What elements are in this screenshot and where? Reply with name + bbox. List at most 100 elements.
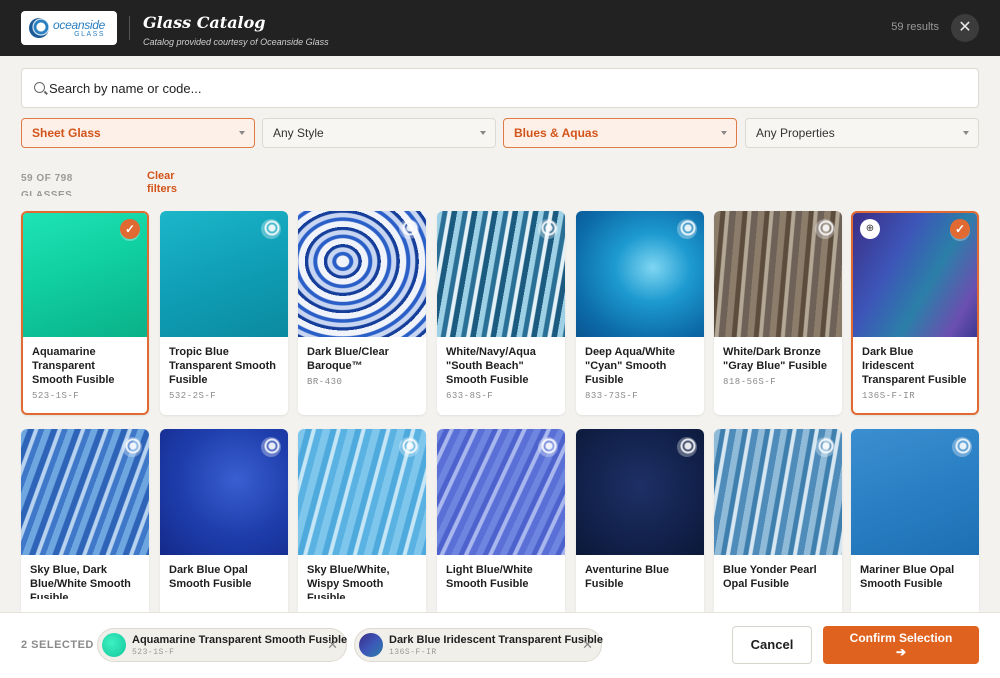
product-card[interactable]: White/Dark Bronze "Gray Blue" Fusible 81… [714,211,842,415]
oceanside-badge-icon [261,437,281,457]
results-count: 59 results [891,21,939,33]
selected-chip[interactable]: Aquamarine Transparent Smooth Fusible 52… [97,628,347,662]
oceanside-badge-icon [677,437,697,457]
filter-label: Blues & Aquas [514,126,599,140]
filter-label: Sheet Glass [32,126,101,140]
filter-label: Any Properties [756,126,835,140]
product-card[interactable]: Mariner Blue Opal Smooth Fusible [851,429,979,612]
oceanside-logo-icon [29,18,49,38]
oceanside-badge-icon [261,219,281,239]
checkmark-icon: ✓ [950,219,970,239]
page-title: Glass Catalog [143,13,266,32]
remove-icon[interactable]: ✕ [327,637,338,653]
oceanside-badge-icon [815,219,835,239]
product-name: Dark Blue Iridescent Transparent Fusible [862,346,967,386]
glass-swatch-image: ✓ [23,213,147,337]
product-name: Dark Blue Opal Smooth Fusible [169,564,252,590]
chip-swatch-image [102,633,126,657]
close-button[interactable]: ✕ [951,14,979,42]
chevron-down-icon [480,131,486,135]
clear-filters-link[interactable]: Clear filters [147,170,187,196]
product-name: Sky Blue, Dark Blue/White Smooth Fusible [30,564,131,599]
properties-filter-select[interactable]: Any Properties [745,118,979,148]
glass-swatch-image [21,429,149,555]
product-card[interactable]: White/Navy/Aqua "South Beach" Smooth Fus… [437,211,565,415]
product-code: 818-56S-F [723,377,777,387]
filter-label: Any Style [273,126,324,140]
glass-swatch-image [298,211,426,337]
glass-swatch-image [160,429,288,555]
header-divider [129,16,130,40]
product-code: 532-2S-F [169,391,217,401]
product-card[interactable]: Tropic Blue Transparent Smooth Fusible 5… [160,211,288,415]
chip-code: 136S-F-IR [389,648,437,657]
oceanside-badge-icon [538,219,558,239]
product-name: Tropic Blue Transparent Smooth Fusible [169,346,276,386]
glass-swatch-image [160,211,288,337]
product-name: Aventurine Blue Fusible [585,564,669,590]
cancel-button[interactable]: Cancel [732,626,812,664]
product-name: Blue Yonder Pearl Opal Fusible [723,564,817,590]
chevron-down-icon [963,131,969,135]
oceanside-badge-icon [122,437,142,457]
chip-code: 523-1S-F [132,648,175,657]
category-filter-select[interactable]: Sheet Glass [21,118,255,148]
product-card[interactable]: Aventurine Blue Fusible [576,429,704,612]
product-code: BR-430 [307,377,343,387]
color-filter-select[interactable]: Blues & Aquas [503,118,737,148]
glass-swatch-image [714,429,842,555]
oceanside-badge-icon [399,219,419,239]
oceanside-badge-icon [399,437,419,457]
product-card[interactable]: Dark Blue Opal Smooth Fusible [160,429,288,612]
product-name: White/Navy/Aqua "South Beach" Smooth Fus… [446,346,536,386]
remove-icon[interactable]: ✕ [582,637,593,653]
page-subtitle: Catalog provided courtesy of Oceanside G… [143,37,329,47]
zoom-icon[interactable]: ⊕ [860,219,880,239]
selected-count: 2 SELECTED [21,639,94,651]
confirm-label: Confirm Selection [849,631,953,645]
product-name: White/Dark Bronze "Gray Blue" Fusible [723,346,827,372]
oceanside-badge-icon [677,219,697,239]
product-card[interactable]: ✓ Aquamarine Transparent Smooth Fusible … [21,211,149,415]
product-card[interactable]: ⊕ ✓ Dark Blue Iridescent Transparent Fus… [851,211,979,415]
chip-swatch-image [359,633,383,657]
logo-subword: GLASS [74,30,106,38]
search-input[interactable] [49,80,949,96]
product-grid: ✓ Aquamarine Transparent Smooth Fusible … [0,198,1000,612]
product-card[interactable]: Sky Blue, Dark Blue/White Smooth Fusible [21,429,149,612]
chip-name: Aquamarine Transparent Smooth Fusible [132,634,348,646]
product-card[interactable]: Deep Aqua/White "Cyan" Smooth Fusible 83… [576,211,704,415]
oceanside-badge-icon [538,437,558,457]
style-filter-select[interactable]: Any Style [262,118,496,148]
glass-swatch-image: ⊕ ✓ [853,213,977,337]
product-card[interactable]: Light Blue/White Smooth Fusible [437,429,565,612]
oceanside-logo: oceanside GLASS [21,11,117,45]
product-name: Sky Blue/White, Wispy Smooth Fusible [307,564,390,599]
search-box[interactable] [21,68,979,108]
selected-chip[interactable]: Dark Blue Iridescent Transparent Fusible… [354,628,603,662]
logo-wordmark: oceanside [53,17,106,32]
app-header: oceanside GLASS Glass Catalog Catalog pr… [0,0,1000,56]
oceanside-badge-icon [952,437,972,457]
product-name: Deep Aqua/White "Cyan" Smooth Fusible [585,346,676,386]
product-card[interactable]: Sky Blue/White, Wispy Smooth Fusible [298,429,426,612]
product-code: 633-8S-F [446,391,494,401]
chevron-down-icon [721,131,727,135]
oceanside-badge-icon [815,437,835,457]
product-code: 833-73S-F [585,391,639,401]
glass-swatch-image [576,429,704,555]
glass-swatch-image [714,211,842,337]
product-code: 136S-F-IR [862,391,916,401]
glass-swatch-image [437,211,565,337]
checkmark-icon: ✓ [120,219,140,239]
product-card[interactable]: Dark Blue/Clear Baroque™ BR-430 [298,211,426,415]
product-code: 523-1S-F [32,391,80,401]
glass-swatch-image [851,429,979,555]
filtered-count: 59 OF 798 GLASSES [21,173,73,196]
product-name: Dark Blue/Clear Baroque™ [307,346,389,372]
glass-swatch-image [576,211,704,337]
confirm-selection-button[interactable]: Confirm Selection ➔ [823,626,979,664]
glass-swatch-image [437,429,565,555]
product-card[interactable]: Blue Yonder Pearl Opal Fusible [714,429,842,612]
chip-name: Dark Blue Iridescent Transparent Fusible [389,634,603,646]
